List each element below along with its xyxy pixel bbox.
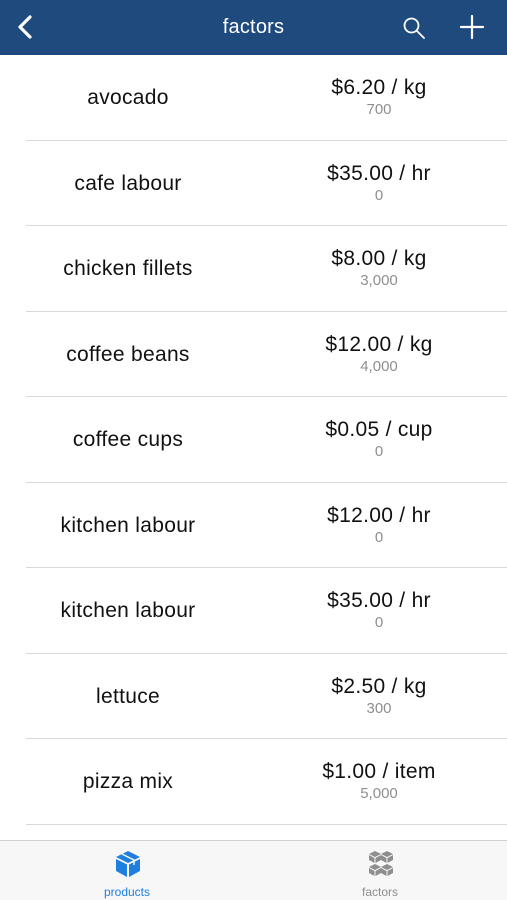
navigation-bar: factors bbox=[0, 0, 507, 55]
factors-list[interactable]: avocado $6.20 / kg 700 cafe labour $35.00 / … bbox=[0, 55, 507, 840]
factor-quantity: 4,000 bbox=[360, 357, 398, 375]
factor-quantity: 3,000 bbox=[360, 272, 398, 289]
list-item[interactable]: coffee beans $12.00 / kg 4,000 bbox=[0, 312, 507, 398]
tab-bar: products factors bbox=[0, 840, 507, 900]
factor-price: $6.20 / kg bbox=[331, 76, 427, 99]
factor-quantity: 0 bbox=[374, 528, 384, 546]
factor-price: $2.50 / kg bbox=[331, 674, 427, 698]
tab-label: products bbox=[103, 885, 151, 899]
factor-quantity: 5,000 bbox=[360, 785, 398, 802]
list-item[interactable]: kitchen labour $35.00 / hr 0 bbox=[0, 568, 507, 654]
factor-name: coffee beans bbox=[66, 342, 190, 366]
list-item[interactable]: coffee cups $0.05 / cup 0 bbox=[0, 397, 507, 483]
factor-name: chicken fillets bbox=[63, 257, 193, 280]
search-icon bbox=[403, 17, 425, 39]
factor-quantity: 0 bbox=[374, 443, 384, 460]
factor-price: $12.00 / hr bbox=[327, 503, 431, 527]
tab-label: factors bbox=[361, 885, 398, 899]
add-factor-button[interactable] bbox=[456, 11, 488, 43]
factor-name: coffee cups bbox=[72, 428, 184, 451]
page-title: factors bbox=[222, 16, 285, 38]
factor-price: $0.05 / cup bbox=[325, 418, 433, 441]
tab-products[interactable]: products bbox=[57, 841, 197, 900]
tab-factors[interactable]: factors bbox=[310, 841, 450, 900]
factor-name: cafe labour bbox=[74, 171, 182, 195]
plus-icon bbox=[459, 14, 485, 40]
factor-name: lettuce bbox=[96, 684, 160, 708]
factor-price: $35.00 / hr bbox=[327, 161, 431, 185]
factor-quantity: 0 bbox=[374, 186, 384, 204]
factor-name: pizza mix bbox=[82, 770, 174, 793]
factor-name: avocado bbox=[87, 86, 169, 109]
factor-quantity: 700 bbox=[366, 101, 392, 118]
list-item[interactable]: pizza mix $1.00 / item 5,000 bbox=[0, 739, 507, 825]
list-item[interactable]: cafe labour $35.00 / hr 0 bbox=[0, 141, 507, 227]
factor-quantity: 300 bbox=[366, 699, 392, 717]
factor-name: kitchen labour bbox=[60, 599, 196, 622]
factor-price: $12.00 / kg bbox=[325, 332, 433, 356]
factor-price: $8.00 / kg bbox=[331, 247, 427, 270]
factor-quantity: 0 bbox=[374, 614, 384, 631]
cube-icon bbox=[116, 851, 140, 877]
factor-price: $35.00 / hr bbox=[327, 589, 431, 612]
list-item[interactable]: avocado $6.20 / kg 700 bbox=[0, 55, 507, 141]
cubes-icon bbox=[369, 851, 393, 876]
factor-name: kitchen labour bbox=[60, 513, 196, 537]
list-item[interactable]: kitchen labour $12.00 / hr 0 bbox=[0, 483, 507, 569]
list-item[interactable]: lettuce $2.50 / kg 300 bbox=[0, 654, 507, 740]
list-item[interactable]: chicken fillets $8.00 / kg 3,000 bbox=[0, 226, 507, 312]
factor-price: $1.00 / item bbox=[322, 760, 436, 783]
search-button[interactable] bbox=[398, 12, 430, 44]
